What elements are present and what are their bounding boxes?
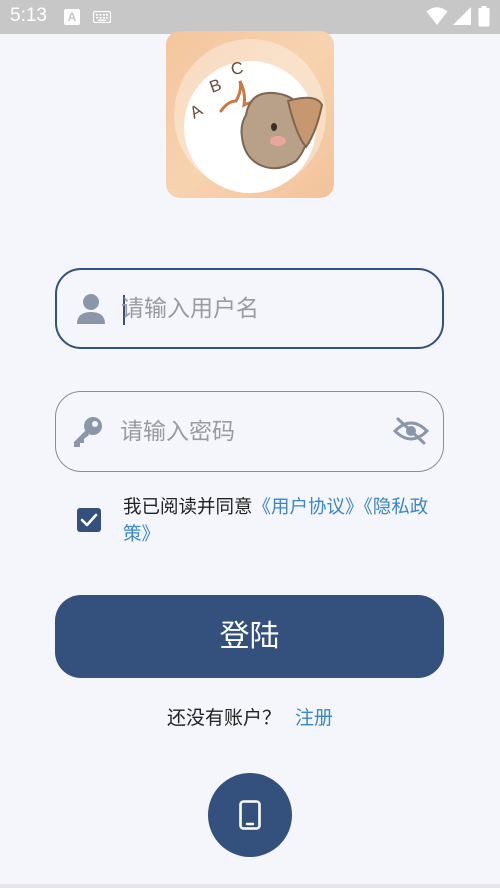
check-icon — [80, 513, 98, 527]
register-row: 还没有账户？ 注册 — [0, 703, 500, 730]
phone-login-button[interactable] — [208, 773, 292, 857]
eye-off-icon[interactable] — [393, 416, 429, 446]
battery-icon — [478, 6, 490, 27]
register-link[interactable]: 注册 — [295, 707, 333, 729]
accessibility-a-icon: A — [64, 9, 80, 25]
agreement-text: 我已阅读并同意《用户协议》《隐私政策》 — [123, 494, 443, 548]
user-agreement-link[interactable]: 《用户协议》 — [253, 497, 364, 518]
user-icon — [77, 294, 105, 324]
login-button[interactable]: 登陆 — [55, 595, 444, 678]
keyboard-icon — [93, 11, 111, 23]
register-prompt: 还没有账户？ — [166, 707, 281, 729]
elephant-abc-logo: A B C — [174, 39, 326, 193]
app-logo: A B C — [166, 31, 334, 198]
smartphone-icon — [239, 800, 261, 830]
username-input[interactable] — [121, 270, 381, 347]
status-bar: 5:13 A — [0, 0, 500, 34]
password-field[interactable] — [55, 391, 444, 472]
status-time: 5:13 — [10, 5, 47, 26]
username-field[interactable] — [55, 268, 444, 349]
bottom-divider — [0, 884, 500, 888]
password-input[interactable] — [120, 392, 380, 471]
signal-icon — [453, 7, 471, 25]
agreement-prefix: 我已阅读并同意 — [123, 497, 253, 518]
wifi-icon — [426, 7, 448, 25]
agreement-checkbox[interactable] — [77, 508, 101, 532]
key-icon — [74, 417, 102, 447]
